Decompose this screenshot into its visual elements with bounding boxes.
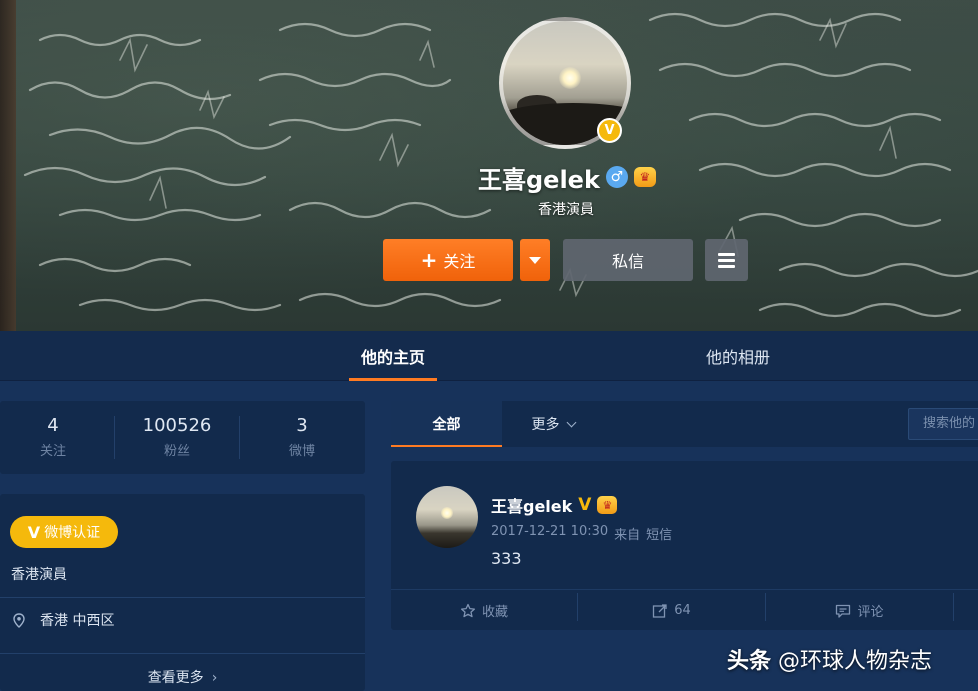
profile-tabbar: 他的主页 他的相册 [0, 331, 978, 381]
divider [953, 593, 954, 621]
stat-label: 微博 [288, 444, 315, 459]
divider [0, 653, 365, 654]
search-placeholder: 搜索他的 [923, 416, 976, 431]
post-author-row: 王喜gelek V ♛ [491, 493, 618, 517]
tab-album-label: 他的相册 [705, 348, 770, 367]
repost-button[interactable]: 64 [578, 590, 765, 631]
watermark-brand: 头条 [727, 649, 772, 674]
chevron-right-icon: › [211, 670, 218, 686]
post-author-name[interactable]: 王喜gelek [491, 493, 572, 517]
filter-more-dropdown[interactable]: 更多 [503, 401, 603, 447]
divider [0, 597, 365, 598]
favorite-button[interactable]: 收藏 [391, 590, 577, 631]
toutiao-watermark: 头条 @环球人物杂志 [727, 643, 932, 675]
more-menu-button[interactable] [705, 239, 748, 281]
post-card: 王喜gelek V ♛ 2017-12-21 10:30 来自 短信 333 收… [391, 461, 978, 630]
stat-label: 关注 [39, 444, 66, 459]
member-crown-icon[interactable]: ♛ [597, 496, 618, 514]
post-timestamp[interactable]: 2017-12-21 10:30 [491, 524, 608, 543]
location-text: 香港 中西区 [40, 613, 115, 629]
male-gender-icon: ♂ [605, 166, 628, 188]
post-source[interactable]: 短信 [646, 524, 672, 543]
profile-cover: V 王喜gelek ♂ ♛ 香港演員 + 关注 私信 [0, 0, 978, 331]
verified-badge-icon: V [597, 118, 622, 143]
verify-label: 微博认证 [44, 525, 101, 541]
feed-search-input[interactable]: 搜索他的 [908, 408, 978, 440]
comment-icon [836, 604, 851, 618]
message-label: 私信 [611, 252, 644, 271]
stat-value: 100526 [142, 415, 212, 436]
filter-more-label: 更多 [531, 417, 560, 433]
profile-name: 王喜gelek [478, 165, 600, 194]
tab-home[interactable]: 他的主页 [349, 331, 437, 381]
follow-button[interactable]: + 关注 [383, 239, 513, 281]
info-card: V 微博认证 香港演員 香港 中西区 查看更多 › [0, 494, 365, 691]
stats-card: 4 关注 100526 粉丝 3 微博 [0, 401, 365, 474]
post-text: 333 [491, 549, 522, 568]
see-more-link[interactable]: 查看更多 › [0, 667, 365, 687]
filter-all-label: 全部 [432, 417, 461, 433]
favorite-label: 收藏 [481, 605, 508, 620]
comment-label: 评论 [857, 605, 884, 620]
stat-value: 3 [296, 415, 308, 436]
tab-home-label: 他的主页 [360, 348, 425, 367]
profile-description: 香港演員 [538, 202, 594, 218]
plus-icon: + [420, 248, 438, 272]
follow-options-button[interactable] [520, 239, 550, 281]
star-icon [460, 603, 476, 617]
weibo-verified-pill[interactable]: V 微博认证 [10, 516, 118, 548]
feed-filter-bar: 全部 更多 搜索他的 [391, 401, 978, 447]
see-more-label: 查看更多 [147, 670, 204, 686]
share-icon [653, 603, 667, 618]
member-crown-icon[interactable]: ♛ [633, 167, 656, 187]
post-author-avatar[interactable] [416, 486, 478, 548]
verified-v-icon: V [578, 495, 592, 515]
location-pin-icon [12, 612, 26, 628]
caret-down-icon [529, 256, 541, 264]
verified-v-icon: V [27, 522, 41, 542]
tab-album[interactable]: 他的相册 [690, 331, 786, 381]
follow-label: 关注 [443, 252, 476, 271]
location-row: 香港 中西区 [12, 610, 114, 630]
post-meta: 2017-12-21 10:30 来自 短信 [491, 524, 672, 543]
repost-count: 64 [674, 603, 691, 618]
stat-following[interactable]: 4 关注 [0, 401, 114, 474]
stat-value: 4 [47, 415, 59, 436]
chalkboard-frame [0, 0, 16, 331]
watermark-handle: @环球人物杂志 [778, 649, 933, 674]
filter-all-tab[interactable]: 全部 [391, 401, 502, 447]
stat-followers[interactable]: 100526 粉丝 [116, 401, 238, 474]
divider [114, 416, 115, 459]
message-button[interactable]: 私信 [563, 239, 693, 281]
avatar-sun [441, 507, 453, 519]
post-actions-bar: 收藏 64 评论 [391, 589, 978, 630]
hamburger-menu-icon [718, 252, 735, 256]
stat-posts[interactable]: 3 微博 [241, 401, 363, 474]
stat-label: 粉丝 [163, 444, 190, 459]
chevron-down-icon [566, 417, 576, 427]
info-description: 香港演員 [11, 567, 67, 583]
divider [239, 416, 240, 459]
post-source-prefix: 来自 [614, 528, 641, 543]
comment-button[interactable]: 评论 [766, 590, 953, 631]
avatar-sun [559, 67, 581, 89]
profile-name-row: 王喜gelek ♂ ♛ [478, 160, 656, 194]
